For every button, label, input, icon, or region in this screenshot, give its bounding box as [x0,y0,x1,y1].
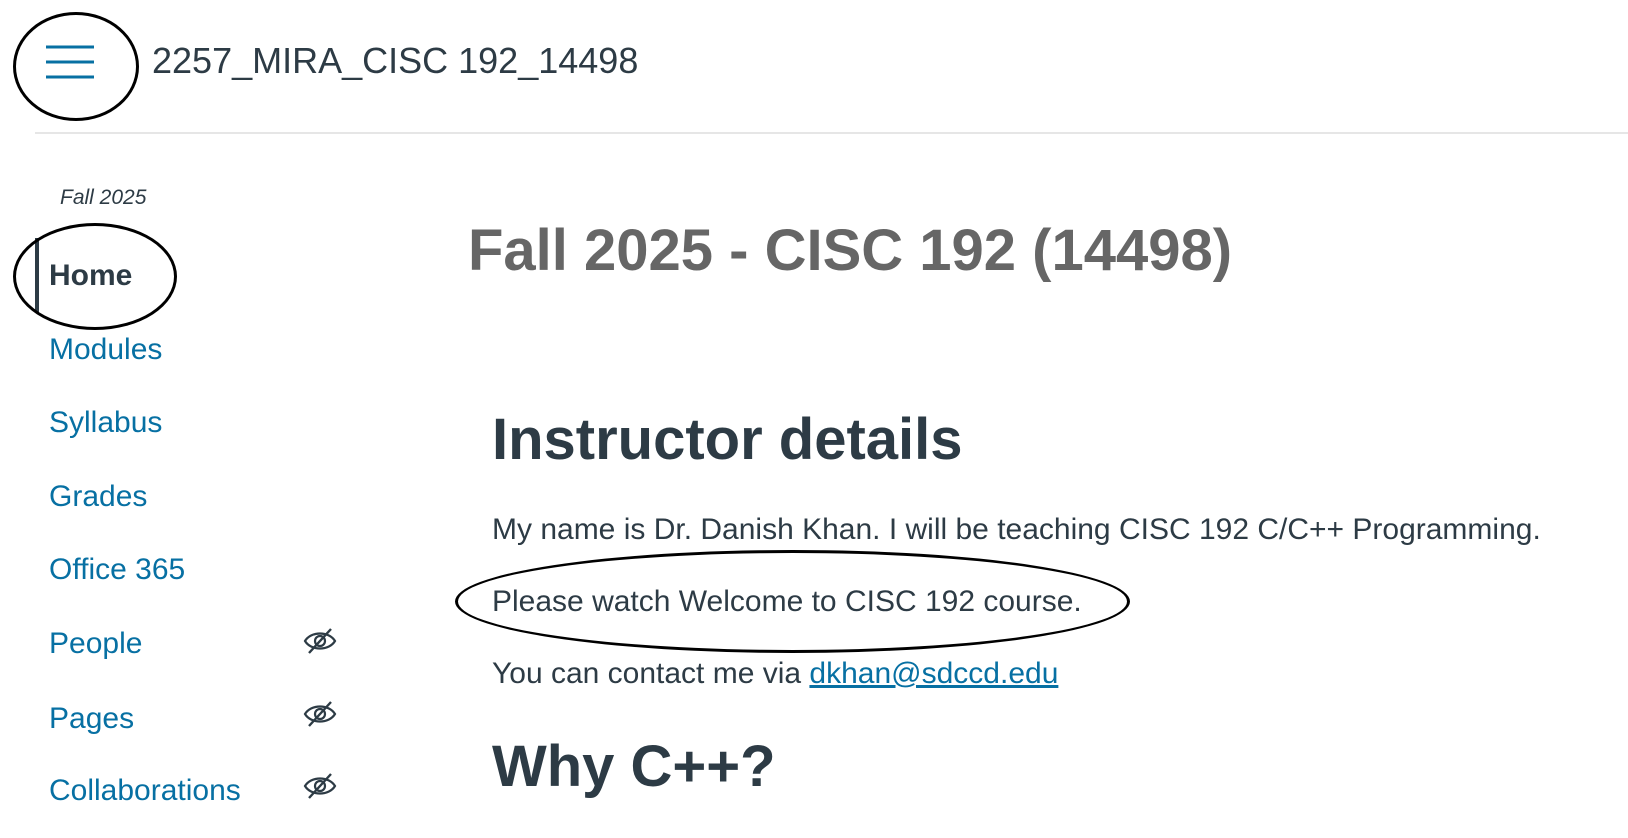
eye-slash-icon [303,699,337,729]
eye-slash-icon [303,771,337,801]
why-cpp-heading: Why C++? [492,734,776,799]
course-navigation: Home Modules Syllabus Grades Office 365 … [0,0,380,838]
nav-item-office-365[interactable]: Office 365 [49,551,185,589]
nav-item-people[interactable]: People [49,625,142,663]
watch-video-paragraph: Please watch Welcome to CISC 192 course. [492,585,1082,618]
contact-prefix-text: You can contact me via [492,657,810,690]
nav-item-pages[interactable]: Pages [49,700,134,738]
instructor-email-link[interactable]: dkhan@sdccd.edu [809,657,1058,690]
nav-item-home[interactable]: Home [49,257,132,295]
active-indicator-bar [35,238,39,313]
contact-paragraph: You can contact me via dkhan@sdccd.edu [492,654,1058,694]
intro-paragraph: My name is Dr. Danish Khan. I will be te… [492,513,1541,546]
page-title: Fall 2025 - CISC 192 (14498) [468,218,1233,283]
nav-item-modules[interactable]: Modules [49,331,162,369]
eye-slash-icon [303,626,337,656]
instructor-details-heading: Instructor details [492,407,963,472]
nav-item-syllabus[interactable]: Syllabus [49,404,162,442]
nav-item-collaborations[interactable]: Collaborations [49,772,241,810]
nav-item-grades[interactable]: Grades [49,478,147,516]
